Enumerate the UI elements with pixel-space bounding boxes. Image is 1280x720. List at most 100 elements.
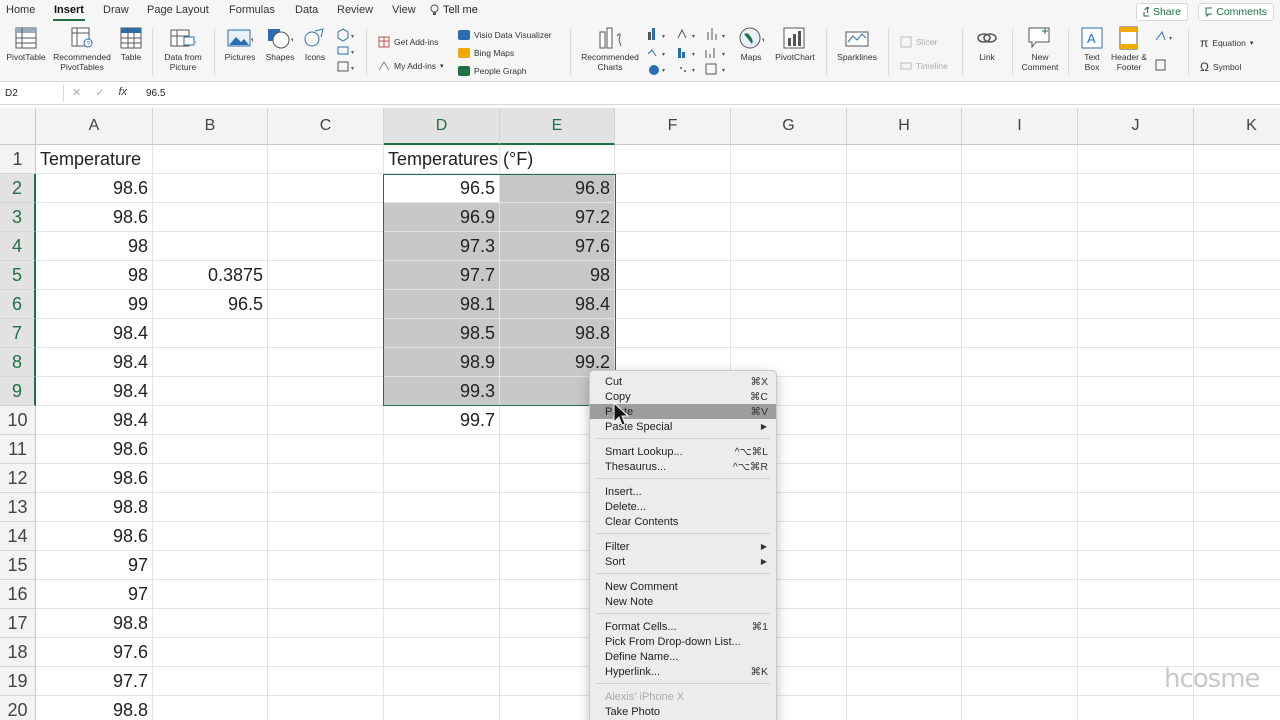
cell-d7[interactable]: 98.5 — [384, 319, 500, 348]
row-header-13[interactable]: 13 — [0, 493, 36, 522]
cell-c17[interactable] — [268, 609, 384, 638]
column-header-k[interactable]: K — [1194, 108, 1280, 145]
cell-a13[interactable]: 98.8 — [36, 493, 153, 522]
cell-c18[interactable] — [268, 638, 384, 667]
cell-b20[interactable] — [153, 696, 268, 720]
cell-j12[interactable] — [1078, 464, 1194, 493]
cell-g1[interactable] — [731, 145, 847, 174]
cell-j9[interactable] — [1078, 377, 1194, 406]
cell-a14[interactable]: 98.6 — [36, 522, 153, 551]
cell-b2[interactable] — [153, 174, 268, 203]
cell-h6[interactable] — [847, 290, 962, 319]
formula-input[interactable]: 96.5 — [146, 88, 165, 99]
column-header-b[interactable]: B — [153, 108, 268, 145]
cell-f6[interactable] — [615, 290, 731, 319]
column-header-h[interactable]: H — [847, 108, 962, 145]
cell-i8[interactable] — [962, 348, 1078, 377]
cell-g3[interactable] — [731, 203, 847, 232]
pivotchart-button[interactable]: PivotChart — [772, 26, 818, 62]
3d-models-smartart-screenshot-icons[interactable]: ▾ ▾ ▾ — [334, 28, 358, 76]
cell-k7[interactable] — [1194, 319, 1280, 348]
cell-e4[interactable]: 97.6 — [500, 232, 615, 261]
column-header-d[interactable]: D — [384, 108, 500, 145]
menu-item-define-name[interactable]: Define Name... — [590, 649, 776, 664]
cell-c10[interactable] — [268, 406, 384, 435]
cell-k13[interactable] — [1194, 493, 1280, 522]
cell-k12[interactable] — [1194, 464, 1280, 493]
cell-i12[interactable] — [962, 464, 1078, 493]
cell-a10[interactable]: 98.4 — [36, 406, 153, 435]
cell-c15[interactable] — [268, 551, 384, 580]
cell-c8[interactable] — [268, 348, 384, 377]
cell-k2[interactable] — [1194, 174, 1280, 203]
slicer-button[interactable]: Slicer — [900, 36, 937, 48]
cell-d4[interactable]: 97.3 — [384, 232, 500, 261]
sparklines-button[interactable]: ▾ Sparklines — [834, 26, 880, 62]
cell-i20[interactable] — [962, 696, 1078, 720]
row-header-19[interactable]: 19 — [0, 667, 36, 696]
cell-k16[interactable] — [1194, 580, 1280, 609]
cell-j5[interactable] — [1078, 261, 1194, 290]
cell-c14[interactable] — [268, 522, 384, 551]
cell-a12[interactable]: 98.6 — [36, 464, 153, 493]
cell-c5[interactable] — [268, 261, 384, 290]
cell-b17[interactable] — [153, 609, 268, 638]
cell-c11[interactable] — [268, 435, 384, 464]
cell-k4[interactable] — [1194, 232, 1280, 261]
select-all-corner[interactable] — [0, 108, 36, 145]
cell-d5[interactable]: 97.7 — [384, 261, 500, 290]
cell-d19[interactable] — [384, 667, 500, 696]
cell-h18[interactable] — [847, 638, 962, 667]
cell-j16[interactable] — [1078, 580, 1194, 609]
cell-j6[interactable] — [1078, 290, 1194, 319]
cell-f7[interactable] — [615, 319, 731, 348]
cell-j14[interactable] — [1078, 522, 1194, 551]
cell-d10[interactable]: 99.7 — [384, 406, 500, 435]
cell-d2[interactable]: 96.5 — [384, 174, 500, 203]
cell-i11[interactable] — [962, 435, 1078, 464]
menu-item-clear-contents[interactable]: Clear Contents — [590, 514, 776, 529]
cell-d11[interactable] — [384, 435, 500, 464]
cell-e2[interactable]: 96.8 — [500, 174, 615, 203]
cell-c16[interactable] — [268, 580, 384, 609]
cancel-icon[interactable]: ✕ — [72, 86, 81, 99]
cell-i5[interactable] — [962, 261, 1078, 290]
menu-item-new-comment[interactable]: New Comment — [590, 579, 776, 594]
cell-c13[interactable] — [268, 493, 384, 522]
cell-h20[interactable] — [847, 696, 962, 720]
cell-b9[interactable] — [153, 377, 268, 406]
bing-maps-button[interactable]: Bing Maps — [458, 48, 514, 58]
cell-g4[interactable] — [731, 232, 847, 261]
menu-item-take-photo[interactable]: Take Photo — [590, 704, 776, 719]
tab-review[interactable]: Review — [337, 4, 373, 16]
cell-k14[interactable] — [1194, 522, 1280, 551]
cell-h15[interactable] — [847, 551, 962, 580]
cell-g6[interactable] — [731, 290, 847, 319]
cell-a19[interactable]: 97.7 — [36, 667, 153, 696]
data-from-picture-button[interactable]: ▾ Data from Picture — [158, 26, 208, 72]
cell-i9[interactable] — [962, 377, 1078, 406]
cell-i10[interactable] — [962, 406, 1078, 435]
cell-d14[interactable] — [384, 522, 500, 551]
cell-i4[interactable] — [962, 232, 1078, 261]
timeline-button[interactable]: Timeline — [900, 60, 948, 72]
cell-c4[interactable] — [268, 232, 384, 261]
cell-b11[interactable] — [153, 435, 268, 464]
cell-h2[interactable] — [847, 174, 962, 203]
cell-j10[interactable] — [1078, 406, 1194, 435]
cell-j13[interactable] — [1078, 493, 1194, 522]
row-header-14[interactable]: 14 — [0, 522, 36, 551]
cell-k17[interactable] — [1194, 609, 1280, 638]
cell-e1[interactable] — [500, 145, 615, 174]
cell-j4[interactable] — [1078, 232, 1194, 261]
cell-b16[interactable] — [153, 580, 268, 609]
row-header-4[interactable]: 4 — [0, 232, 36, 261]
shapes-button[interactable]: ▾ Shapes — [262, 26, 298, 62]
cell-b5[interactable]: 0.3875 — [153, 261, 268, 290]
chart-type-gallery[interactable]: ▾ ▾ ▾ ▾ ▾ ▾ ▾ ▾ ▾ — [644, 26, 730, 76]
cell-g2[interactable] — [731, 174, 847, 203]
cell-h4[interactable] — [847, 232, 962, 261]
row-header-8[interactable]: 8 — [0, 348, 36, 377]
cell-a5[interactable]: 98 — [36, 261, 153, 290]
cell-i19[interactable] — [962, 667, 1078, 696]
